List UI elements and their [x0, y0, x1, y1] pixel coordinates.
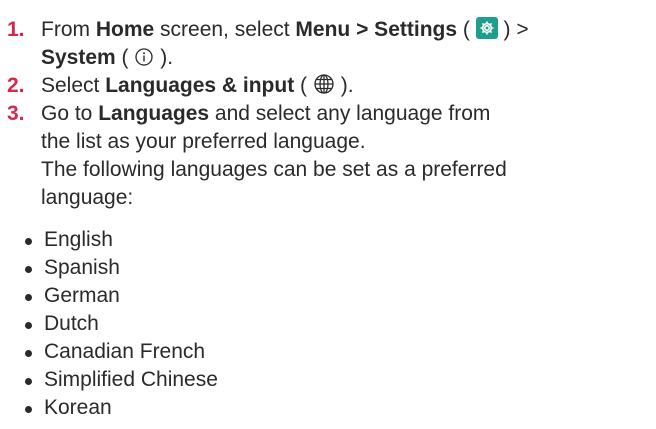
language-list: English Spanish German Dutch Canadian Fr… [24, 226, 218, 422]
list-item: Spanish [24, 254, 218, 282]
step-line: language: [41, 186, 134, 209]
bullet-icon [25, 266, 32, 273]
step-text: Select Languages & input ( ). [41, 72, 650, 100]
info-icon [134, 47, 154, 75]
globe-icon [313, 73, 335, 103]
menu-settings-label: Menu > Settings [295, 18, 458, 41]
step-line: Select Languages & input ( ). [41, 72, 650, 100]
step-number: 3. [7, 102, 25, 125]
step-line: From Home screen, select Menu > Settings… [41, 17, 529, 41]
bullet-icon [25, 350, 32, 357]
step-text: From Home screen, select Menu > Settings… [41, 16, 650, 72]
step-number: 1. [7, 18, 25, 41]
bullet-icon [25, 294, 32, 301]
step-line: the list as your preferred language. [41, 130, 366, 153]
home-label: Home [95, 18, 155, 41]
languages-input-label: Languages & input [105, 74, 295, 97]
list-item: Simplified Chinese [24, 366, 218, 394]
languages-label: Languages [98, 102, 210, 125]
settings-gear-icon [475, 17, 498, 39]
instructions-document: 1. From Home screen, select Menu > Setti… [0, 0, 656, 429]
step-number: 2. [7, 74, 25, 97]
step-line: The following languages can be set as a … [41, 158, 507, 181]
bullet-icon [25, 406, 32, 413]
bullet-icon [25, 238, 32, 245]
bullet-icon [25, 378, 32, 385]
step-line: System ( ). [41, 44, 650, 72]
list-item: Dutch [24, 310, 218, 338]
step-text: Go to Languages and select any language … [41, 100, 650, 212]
system-label: System [41, 46, 116, 69]
list-item: English [24, 226, 218, 254]
step-line: Go to Languages and select any language … [41, 102, 491, 125]
bullet-icon [25, 322, 32, 329]
list-item: German [24, 282, 218, 310]
list-item: Canadian French [24, 338, 218, 366]
list-item: Korean [24, 394, 218, 422]
